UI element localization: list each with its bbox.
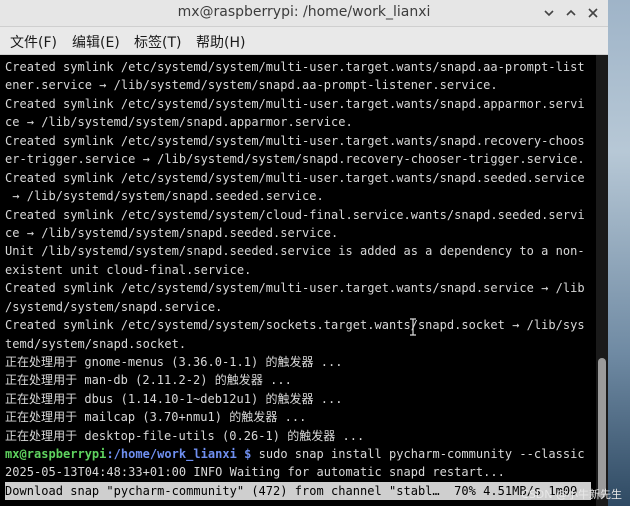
terminal-line: 正在处理用于 gnome-menus (3.36.0-1.1) 的触发器 ...: [5, 355, 343, 369]
command-text: sudo snap install pycharm-community --cl…: [251, 447, 585, 461]
terminal-line: ener.service → /lib/systemd/system/snapd…: [5, 78, 498, 92]
download-progress-line: Download snap "pycharm-community" (472) …: [5, 482, 591, 500]
terminal-line: Created symlink /etc/systemd/system/clou…: [5, 208, 585, 222]
terminal-line: 正在处理用于 man-db (2.11.2-2) 的触发器 ...: [5, 373, 292, 387]
terminal-line: Created symlink /etc/systemd/system/mult…: [5, 134, 585, 148]
terminal-line: 正在处理用于 dbus (1.14.10-1~deb12u1) 的触发器 ...: [5, 392, 343, 406]
menu-file[interactable]: 文件(F): [10, 32, 57, 52]
close-icon[interactable]: [584, 4, 602, 22]
terminal-line: Unit /lib/systemd/system/snapd.seeded.se…: [5, 244, 585, 258]
terminal-line: Created symlink /etc/systemd/system/sock…: [5, 318, 585, 332]
terminal-output[interactable]: Created symlink /etc/systemd/system/mult…: [0, 55, 596, 506]
scrollbar-thumb[interactable]: [598, 358, 606, 498]
menu-edit[interactable]: 编辑(E): [72, 32, 120, 52]
terminal-line: er-trigger.service → /lib/systemd/system…: [5, 152, 585, 166]
terminal-line: Created symlink /etc/systemd/system/mult…: [5, 60, 585, 74]
terminal-line: /systemd/system/snapd.service.: [5, 300, 223, 314]
watermark: CSDN @小牛新先生: [521, 488, 622, 501]
terminal-line: → /lib/systemd/system/snapd.seeded.servi…: [5, 189, 324, 203]
prompt-user: mx@raspberrypi: [5, 447, 107, 461]
prompt-path: :/home/work_lianxi $: [106, 447, 252, 461]
title-bar[interactable]: mx@raspberrypi: /home/work_lianxi: [0, 0, 608, 27]
terminal-line: existent unit cloud-final.service.: [5, 263, 252, 277]
terminal-line: 正在处理用于 mailcap (3.70+nmu1) 的触发器 ...: [5, 410, 307, 424]
terminal-line: ce → /lib/systemd/system/snapd.apparmor.…: [5, 115, 353, 129]
text-cursor-icon: [408, 318, 418, 336]
minimize-icon[interactable]: [540, 4, 558, 22]
terminal-line: 正在处理用于 desktop-file-utils (0.26-1) 的触发器 …: [5, 429, 365, 443]
menu-bar: 文件(F) 编辑(E) 标签(T) 帮助(H): [0, 27, 608, 55]
menu-help[interactable]: 帮助(H): [196, 32, 245, 52]
terminal-line: Created symlink /etc/systemd/system/mult…: [5, 97, 585, 111]
terminal-line: Created symlink /etc/systemd/system/mult…: [5, 171, 585, 185]
info-line: 2025-05-13T04:48:33+01:00 INFO Waiting f…: [5, 465, 505, 479]
terminal-window: mx@raspberrypi: /home/work_lianxi 文件(F) …: [0, 0, 608, 506]
terminal-line: ce → /lib/systemd/system/snapd.seeded.se…: [5, 226, 339, 240]
desktop-background: [608, 0, 630, 506]
command-prompt-line: mx@raspberrypi:/home/work_lianxi $ sudo …: [5, 445, 585, 463]
window-title: mx@raspberrypi: /home/work_lianxi: [177, 4, 431, 20]
menu-tabs[interactable]: 标签(T): [134, 32, 181, 52]
terminal-line: Created symlink /etc/systemd/system/mult…: [5, 281, 585, 295]
terminal-line: temd/system/snapd.socket.: [5, 337, 187, 351]
maximize-icon[interactable]: [562, 4, 580, 22]
